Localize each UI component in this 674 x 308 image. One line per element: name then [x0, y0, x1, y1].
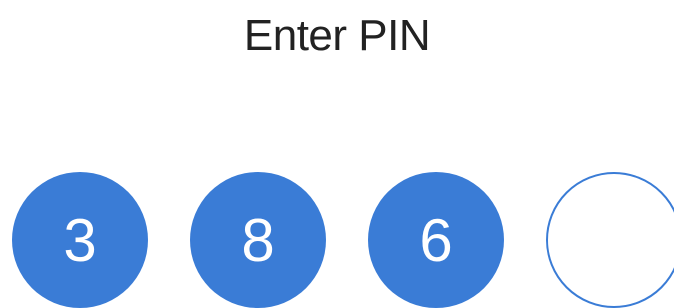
- page-title: Enter PIN: [243, 11, 431, 60]
- pin-digit-3: 6: [368, 172, 504, 308]
- pin-digit-4-empty: [546, 172, 674, 308]
- pin-digit-2: 8: [190, 172, 326, 308]
- pin-digit-1: 3: [12, 172, 148, 308]
- pin-entry-row: 3 8 6: [0, 172, 674, 308]
